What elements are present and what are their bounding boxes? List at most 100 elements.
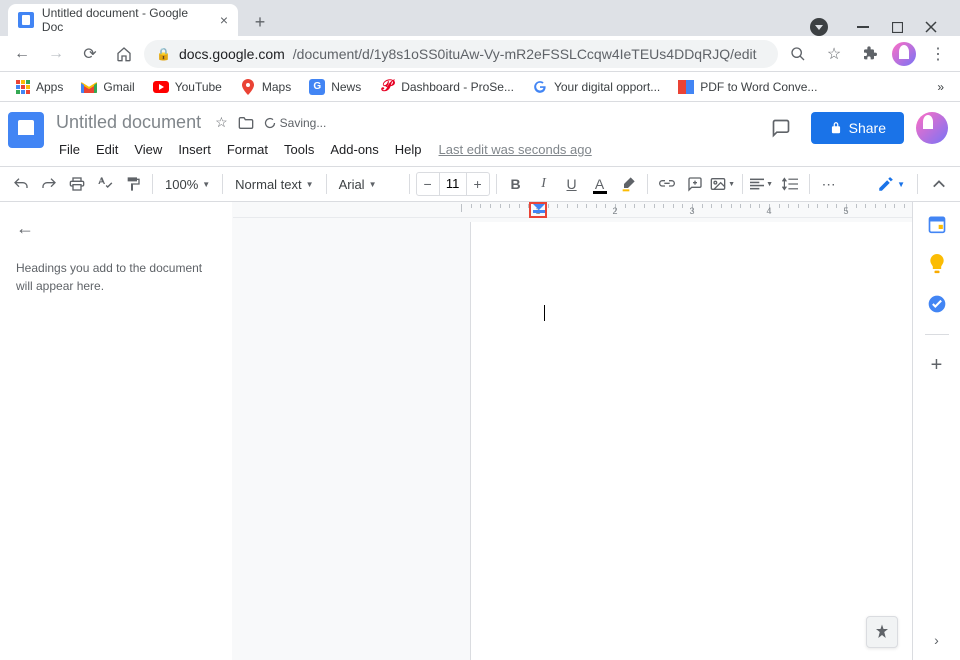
collapse-side-panel-button[interactable]: › <box>934 632 939 648</box>
bookmark-star-button[interactable]: ☆ <box>820 40 848 68</box>
editing-mode-button[interactable]: ▼ <box>873 175 909 193</box>
move-button[interactable] <box>238 116 254 130</box>
bookmark-gmail[interactable]: Gmail <box>73 75 142 99</box>
tab-close-icon[interactable]: × <box>220 12 228 28</box>
undo-button[interactable] <box>8 171 34 197</box>
bold-button[interactable]: B <box>503 171 529 197</box>
outline-empty-hint: Headings you add to the document will ap… <box>16 259 216 295</box>
tab-bar: Untitled document - Google Doc × + <box>0 0 960 36</box>
explore-button[interactable] <box>866 616 898 648</box>
line-spacing-button[interactable] <box>777 171 803 197</box>
tasks-addon-button[interactable] <box>927 294 947 314</box>
menu-edit[interactable]: Edit <box>89 139 125 160</box>
pinterest-icon: 𝒫 <box>379 79 395 95</box>
ruler-number: 5 <box>843 206 848 216</box>
star-button[interactable]: ☆ <box>215 114 228 131</box>
url-field[interactable]: 🔒 docs.google.com/document/d/1y8s1oSS0it… <box>144 40 778 68</box>
align-button[interactable]: ▼ <box>749 171 775 197</box>
saving-status: Saving... <box>264 116 327 130</box>
docs-header: Untitled document ☆ Saving... File Edit … <box>0 102 960 160</box>
bookmark-apps[interactable]: Apps <box>8 76 71 98</box>
insert-comment-button[interactable] <box>682 171 708 197</box>
font-size-input[interactable]: 11 <box>439 173 467 195</box>
close-window-button[interactable] <box>924 20 938 34</box>
menu-view[interactable]: View <box>127 139 169 160</box>
bookmarks-overflow-button[interactable]: » <box>929 76 952 98</box>
bookmark-pinterest[interactable]: 𝒫 Dashboard - ProSe... <box>371 75 522 99</box>
profile-indicator-icon[interactable] <box>810 18 828 36</box>
increase-font-button[interactable]: + <box>467 173 489 195</box>
docs-home-button[interactable] <box>8 112 44 148</box>
document-title-input[interactable]: Untitled document <box>52 110 205 135</box>
underline-button[interactable]: U <box>559 171 585 197</box>
paint-format-button[interactable] <box>120 171 146 197</box>
menu-tools[interactable]: Tools <box>277 139 321 160</box>
ruler-number: 3 <box>689 206 694 216</box>
bookmarks-bar: Apps Gmail YouTube Maps G News 𝒫 Dashboa… <box>0 72 960 102</box>
menu-help[interactable]: Help <box>388 139 429 160</box>
zoom-icon[interactable] <box>784 40 812 68</box>
extensions-button[interactable] <box>856 40 884 68</box>
bookmark-pdf[interactable]: PDF to Word Conve... <box>670 75 825 99</box>
menu-insert[interactable]: Insert <box>171 139 218 160</box>
profile-avatar[interactable] <box>892 42 916 66</box>
bookmark-youtube[interactable]: YouTube <box>145 75 230 99</box>
spellcheck-button[interactable] <box>92 171 118 197</box>
side-panel: + › <box>912 202 960 660</box>
back-button[interactable]: ← <box>8 40 36 68</box>
hide-menus-button[interactable] <box>926 171 952 197</box>
decrease-font-button[interactable]: − <box>417 173 439 195</box>
calendar-addon-button[interactable] <box>927 214 947 234</box>
chrome-menu-button[interactable]: ⋮ <box>924 40 952 68</box>
left-indent-marker[interactable] <box>533 204 545 214</box>
last-edit-link[interactable]: Last edit was seconds ago <box>439 142 592 157</box>
menu-file[interactable]: File <box>52 139 87 160</box>
zoom-select[interactable]: 100%▼ <box>159 177 216 192</box>
bookmark-news[interactable]: G News <box>301 75 369 99</box>
lock-icon <box>829 121 843 135</box>
insert-link-button[interactable] <box>654 171 680 197</box>
keep-addon-button[interactable] <box>927 254 947 274</box>
youtube-icon <box>153 79 169 95</box>
ruler-number: 4 <box>766 206 771 216</box>
print-button[interactable] <box>64 171 90 197</box>
paragraph-style-select[interactable]: Normal text▼ <box>229 177 319 192</box>
get-addons-button[interactable]: + <box>927 355 947 375</box>
news-icon: G <box>309 79 325 95</box>
highlight-button[interactable] <box>615 171 641 197</box>
more-button[interactable]: ⋯ <box>816 171 842 197</box>
menubar: File Edit View Insert Format Tools Add-o… <box>52 139 755 160</box>
redo-button[interactable] <box>36 171 62 197</box>
insert-image-button[interactable]: ▼ <box>710 171 736 197</box>
menu-format[interactable]: Format <box>220 139 275 160</box>
maps-icon <box>240 79 256 95</box>
gmail-icon <box>81 79 97 95</box>
share-button[interactable]: Share <box>811 112 904 144</box>
reload-button[interactable]: ⟳ <box>76 40 104 68</box>
document-scroll-area[interactable]: 1234567 <box>232 202 912 660</box>
italic-button[interactable]: I <box>531 171 557 197</box>
pdf-icon <box>678 79 694 95</box>
google-icon <box>532 79 548 95</box>
bookmark-maps[interactable]: Maps <box>232 75 299 99</box>
docs-favicon-icon <box>18 12 34 28</box>
browser-chrome: Untitled document - Google Doc × + ← → ⟳… <box>0 0 960 102</box>
browser-tab[interactable]: Untitled document - Google Doc × <box>8 4 238 36</box>
text-cursor <box>544 305 545 321</box>
new-tab-button[interactable]: + <box>246 8 274 36</box>
document-page[interactable] <box>470 222 912 660</box>
outline-close-button[interactable]: ← <box>16 218 34 239</box>
comments-button[interactable] <box>763 110 799 146</box>
forward-button[interactable]: → <box>42 40 70 68</box>
bookmark-google[interactable]: Your digital opport... <box>524 75 668 99</box>
horizontal-ruler[interactable]: 1234567 <box>233 202 912 218</box>
text-color-button[interactable]: A <box>587 171 613 197</box>
font-select[interactable]: Arial▼ <box>333 177 403 192</box>
menu-addons[interactable]: Add-ons <box>323 139 385 160</box>
home-button[interactable] <box>110 40 138 68</box>
address-bar: ← → ⟳ 🔒 docs.google.com/document/d/1y8s1… <box>0 36 960 72</box>
account-avatar[interactable] <box>916 112 948 144</box>
minimize-button[interactable] <box>856 20 870 34</box>
font-size-group: − 11 + <box>416 172 490 196</box>
maximize-button[interactable] <box>890 20 904 34</box>
